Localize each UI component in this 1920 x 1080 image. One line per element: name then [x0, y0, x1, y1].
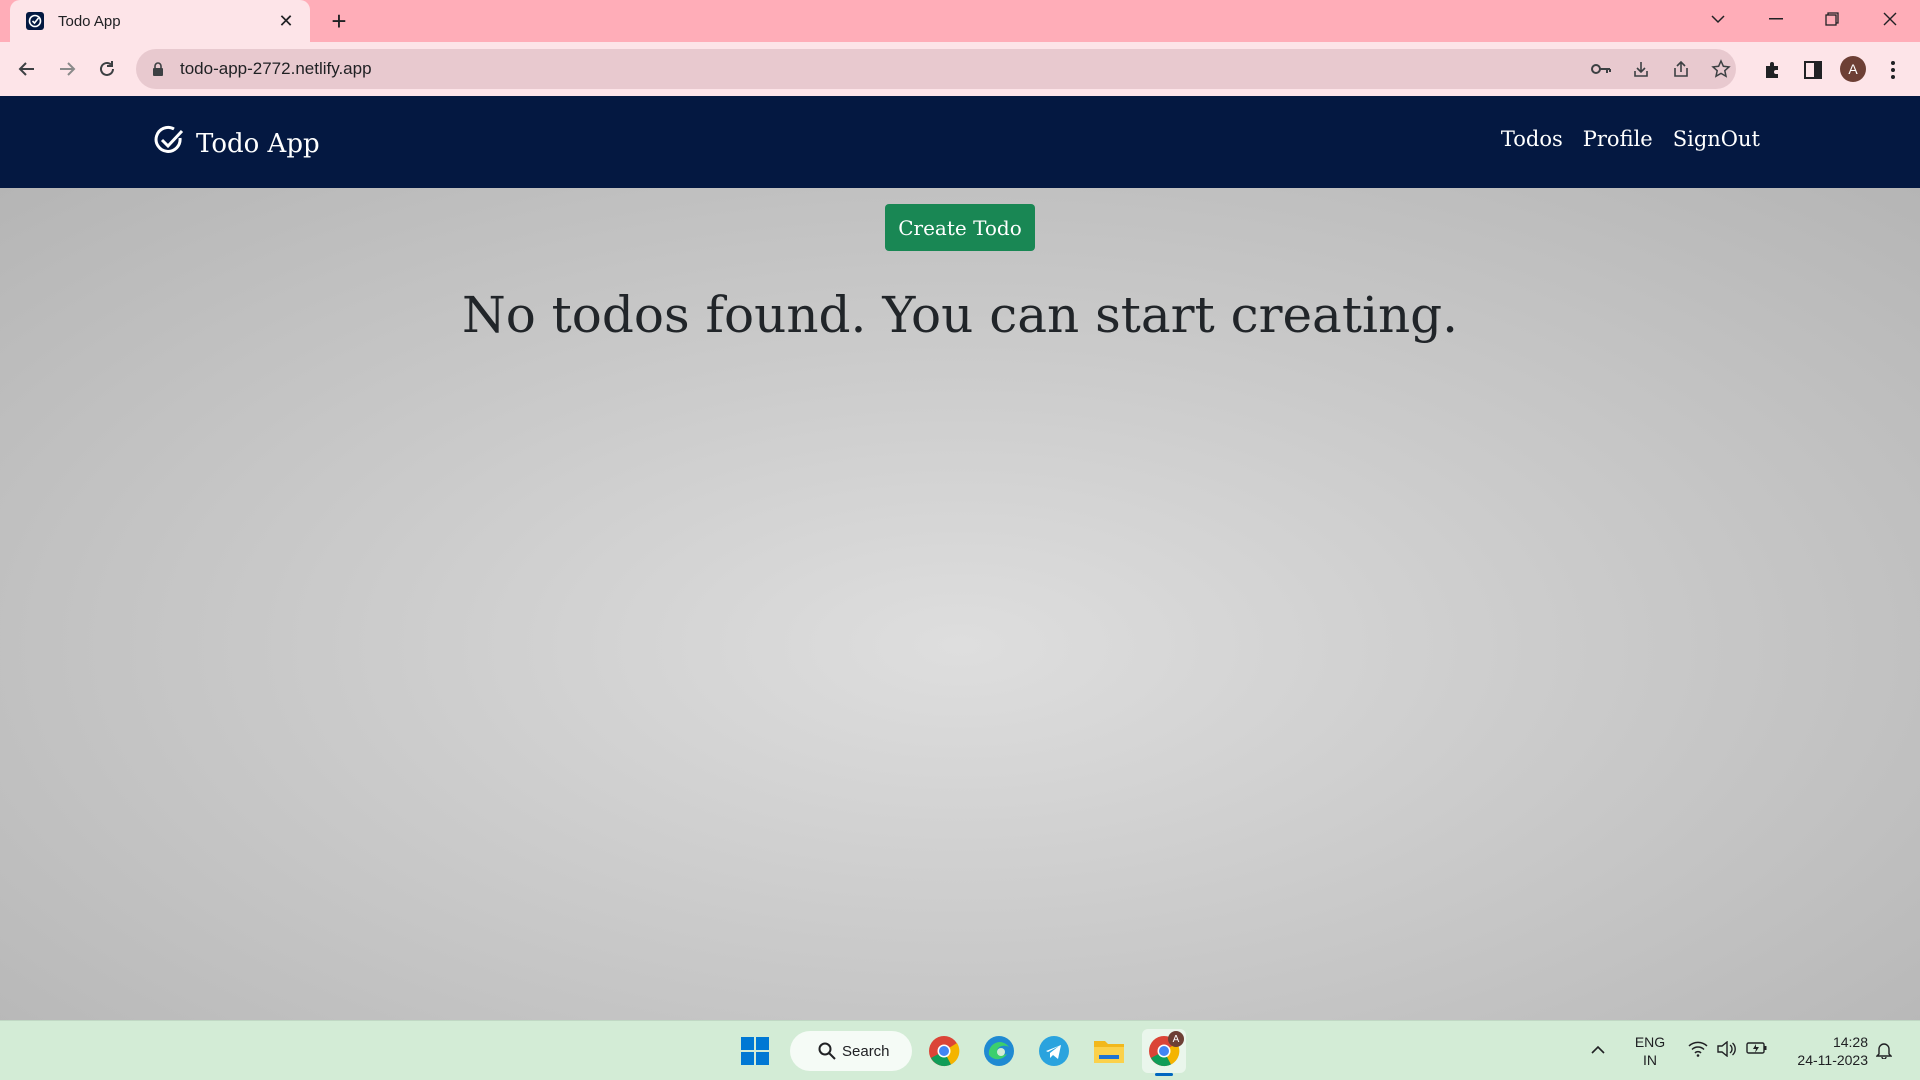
chrome-app-icon[interactable] [922, 1029, 966, 1073]
search-icon [818, 1042, 836, 1064]
share-icon[interactable] [1671, 59, 1691, 79]
volume-icon[interactable] [1716, 1040, 1736, 1061]
windows-taskbar: Search A ENG IN 14:28 24-11-2023 [0, 1020, 1920, 1080]
wifi-icon[interactable] [1688, 1041, 1708, 1061]
language-code: ENG [1634, 1034, 1666, 1050]
file-explorer-app-icon[interactable] [1087, 1029, 1131, 1073]
chrome-profile-app-icon[interactable]: A [1142, 1029, 1186, 1073]
reload-icon[interactable] [90, 52, 124, 86]
profile-badge: A [1168, 1031, 1184, 1047]
windows-start-icon[interactable] [733, 1029, 777, 1073]
back-arrow-icon[interactable] [10, 52, 44, 86]
minimize-icon[interactable] [1748, 0, 1804, 38]
url-text[interactable]: todo-app-2772.netlify.app [180, 59, 372, 79]
extensions-puzzle-icon[interactable] [1760, 57, 1786, 83]
address-bar[interactable]: todo-app-2772.netlify.app [136, 49, 1736, 89]
browser-toolbar: todo-app-2772.netlify.app [0, 42, 1920, 96]
check-circle-favicon-icon [24, 10, 46, 32]
browser-tab[interactable]: Todo App ✕ [10, 0, 310, 42]
nav-link-profile[interactable]: Profile [1583, 127, 1653, 151]
edge-app-icon[interactable] [977, 1029, 1021, 1073]
create-todo-button[interactable]: Create Todo [885, 204, 1035, 251]
profile-avatar[interactable]: A [1840, 56, 1866, 82]
clock[interactable]: 14:28 24-11-2023 [1782, 1033, 1868, 1069]
check-circle-logo-icon [152, 124, 186, 163]
lock-icon[interactable] [152, 61, 166, 77]
show-hidden-icons-chevron-icon[interactable] [1590, 1041, 1606, 1059]
clock-date: 24-11-2023 [1797, 1052, 1868, 1068]
clock-time: 14:28 [1832, 1034, 1868, 1050]
browser-menu-icon[interactable] [1880, 57, 1906, 83]
telegram-app-icon[interactable] [1032, 1029, 1076, 1073]
install-app-icon[interactable] [1631, 59, 1651, 79]
main-content: Create Todo No todos found. You can star… [0, 188, 1920, 1020]
battery-charging-icon[interactable] [1746, 1041, 1768, 1059]
nav-link-todos[interactable]: Todos [1501, 127, 1563, 151]
nav-links: Todos Profile SignOut [1501, 127, 1760, 151]
tab-search-chevron-icon[interactable] [1690, 0, 1746, 38]
new-tab-icon[interactable]: + [324, 6, 354, 36]
app-navbar: Todo App Todos Profile SignOut [0, 96, 1920, 188]
region-code: IN [1643, 1052, 1657, 1068]
nav-link-signout[interactable]: SignOut [1673, 127, 1760, 151]
search-label: Search [842, 1042, 890, 1060]
brand-title: Todo App [196, 128, 320, 159]
tab-title: Todo App [58, 12, 121, 30]
key-icon[interactable] [1591, 59, 1611, 79]
browser-tab-strip: Todo App ✕ + [0, 0, 1920, 42]
forward-arrow-icon[interactable] [50, 52, 84, 86]
empty-state-message: No todos found. You can start creating. [461, 286, 1459, 344]
restore-icon[interactable] [1804, 0, 1860, 38]
active-app-indicator [1155, 1073, 1173, 1076]
language-indicator[interactable]: ENG IN [1630, 1033, 1670, 1069]
taskbar-search[interactable]: Search [790, 1031, 912, 1071]
window-close-icon[interactable] [1862, 0, 1918, 38]
side-panel-icon[interactable] [1800, 57, 1826, 83]
brand[interactable]: Todo App [152, 124, 320, 163]
tab-close-icon[interactable]: ✕ [274, 9, 298, 33]
notification-bell-icon[interactable] [1875, 1041, 1893, 1063]
bookmark-star-icon[interactable] [1711, 59, 1731, 79]
